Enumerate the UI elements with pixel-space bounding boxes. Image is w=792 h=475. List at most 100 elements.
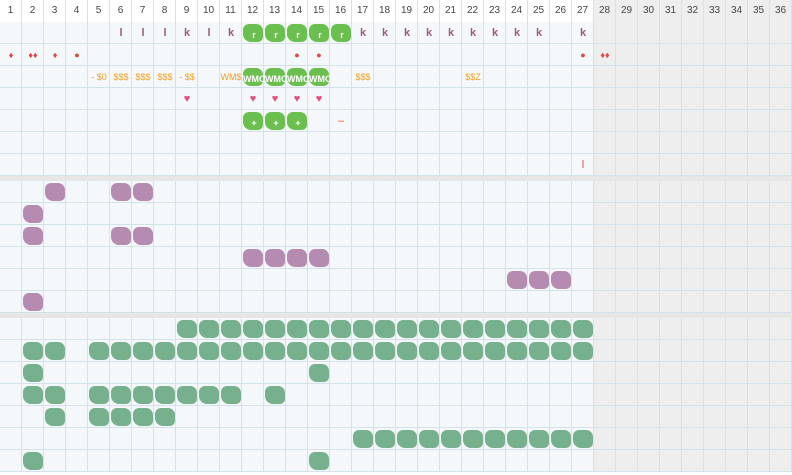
grid-cell[interactable] — [374, 406, 396, 428]
column-header-cell[interactable]: 10 — [198, 0, 220, 22]
column-header-cell[interactable]: 18 — [374, 0, 396, 22]
grid-cell[interactable] — [330, 384, 352, 406]
grid-cell[interactable] — [242, 340, 264, 362]
grid-cell[interactable] — [220, 154, 242, 176]
grid-cell[interactable] — [748, 291, 770, 313]
column-header-cell[interactable]: 19 — [396, 0, 418, 22]
grid-cell[interactable] — [132, 450, 154, 472]
grid-cell[interactable] — [264, 154, 286, 176]
grid-cell[interactable] — [264, 362, 286, 384]
teal-blob[interactable] — [485, 320, 505, 338]
grid-cell[interactable] — [176, 340, 198, 362]
green-blob[interactable]: + — [265, 112, 285, 130]
grid-cell[interactable] — [638, 22, 660, 44]
grid-cell[interactable] — [308, 406, 330, 428]
grid-cell[interactable] — [594, 132, 616, 154]
grid-cell[interactable] — [704, 384, 726, 406]
grid-cell[interactable] — [638, 88, 660, 110]
grid-cell[interactable] — [242, 450, 264, 472]
grid-cell[interactable] — [0, 247, 22, 269]
grid-cell[interactable] — [572, 132, 594, 154]
grid-cell[interactable] — [220, 44, 242, 66]
grid-cell[interactable] — [484, 110, 506, 132]
grid-cell[interactable] — [638, 203, 660, 225]
grid-cell[interactable] — [418, 406, 440, 428]
grid-cell[interactable] — [132, 44, 154, 66]
grid-cell[interactable] — [682, 450, 704, 472]
grid-cell[interactable] — [308, 203, 330, 225]
grid-cell[interactable]: - $$ — [176, 66, 198, 88]
purple-blob[interactable] — [529, 271, 549, 289]
column-header-cell[interactable]: 17 — [352, 0, 374, 22]
grid-cell[interactable]: r — [242, 22, 264, 44]
grid-cell[interactable] — [154, 44, 176, 66]
grid-cell[interactable] — [550, 450, 572, 472]
grid-cell[interactable]: WMO — [242, 66, 265, 88]
teal-blob[interactable] — [309, 342, 329, 360]
grid-cell[interactable] — [704, 362, 726, 384]
grid-cell[interactable] — [132, 428, 154, 450]
grid-cell[interactable] — [220, 132, 242, 154]
grid-cell[interactable] — [528, 181, 550, 203]
grid-cell[interactable] — [638, 291, 660, 313]
purple-blob[interactable] — [551, 271, 571, 289]
teal-blob[interactable] — [463, 320, 483, 338]
grid-cell[interactable] — [726, 340, 748, 362]
grid-cell[interactable] — [44, 406, 66, 428]
teal-blob[interactable] — [441, 430, 461, 448]
teal-blob[interactable] — [397, 342, 417, 360]
grid-cell[interactable] — [638, 269, 660, 291]
grid-cell[interactable] — [0, 406, 22, 428]
grid-cell[interactable] — [748, 22, 770, 44]
grid-cell[interactable] — [352, 203, 374, 225]
grid-cell[interactable] — [308, 181, 330, 203]
grid-cell[interactable] — [88, 269, 110, 291]
green-blob[interactable]: r — [243, 24, 263, 42]
column-header-cell[interactable]: 1 — [0, 0, 22, 22]
grid-cell[interactable] — [132, 181, 154, 203]
grid-cell[interactable] — [462, 110, 484, 132]
grid-cell[interactable] — [528, 362, 550, 384]
grid-cell[interactable]: + — [286, 110, 308, 132]
teal-blob[interactable] — [419, 430, 439, 448]
grid-cell[interactable] — [198, 154, 220, 176]
grid-cell[interactable] — [550, 132, 572, 154]
grid-cell[interactable]: ♦♦ — [594, 44, 616, 66]
grid-cell[interactable] — [770, 154, 792, 176]
grid-cell[interactable] — [44, 384, 66, 406]
teal-blob[interactable] — [573, 430, 593, 448]
grid-cell[interactable] — [616, 88, 638, 110]
purple-blob[interactable] — [243, 249, 263, 267]
grid-cell[interactable] — [374, 66, 396, 88]
grid-cell[interactable] — [352, 406, 374, 428]
grid-cell[interactable] — [506, 110, 528, 132]
grid-cell[interactable] — [462, 247, 484, 269]
column-header-cell[interactable]: 14 — [286, 0, 308, 22]
grid-cell[interactable] — [418, 291, 440, 313]
purple-blob[interactable] — [265, 249, 285, 267]
teal-blob[interactable] — [133, 342, 153, 360]
grid-cell[interactable] — [264, 225, 286, 247]
grid-cell[interactable] — [660, 318, 682, 340]
grid-cell[interactable] — [286, 132, 308, 154]
grid-cell[interactable]: WMO — [308, 66, 331, 88]
grid-cell[interactable] — [726, 132, 748, 154]
grid-cell[interactable] — [748, 66, 770, 88]
grid-cell[interactable] — [66, 247, 88, 269]
grid-cell[interactable] — [110, 362, 132, 384]
teal-blob[interactable] — [89, 386, 109, 404]
teal-blob[interactable] — [331, 320, 351, 338]
grid-cell[interactable] — [440, 225, 462, 247]
grid-cell[interactable] — [440, 66, 462, 88]
grid-cell[interactable] — [308, 362, 330, 384]
column-header-cell[interactable]: 11 — [220, 0, 242, 22]
grid-cell[interactable] — [616, 428, 638, 450]
teal-blob[interactable] — [45, 386, 65, 404]
grid-cell[interactable] — [154, 340, 176, 362]
grid-cell[interactable] — [748, 88, 770, 110]
grid-cell[interactable] — [638, 247, 660, 269]
grid-cell[interactable] — [770, 362, 792, 384]
grid-cell[interactable] — [220, 406, 242, 428]
grid-cell[interactable] — [110, 450, 132, 472]
grid-cell[interactable] — [44, 269, 66, 291]
